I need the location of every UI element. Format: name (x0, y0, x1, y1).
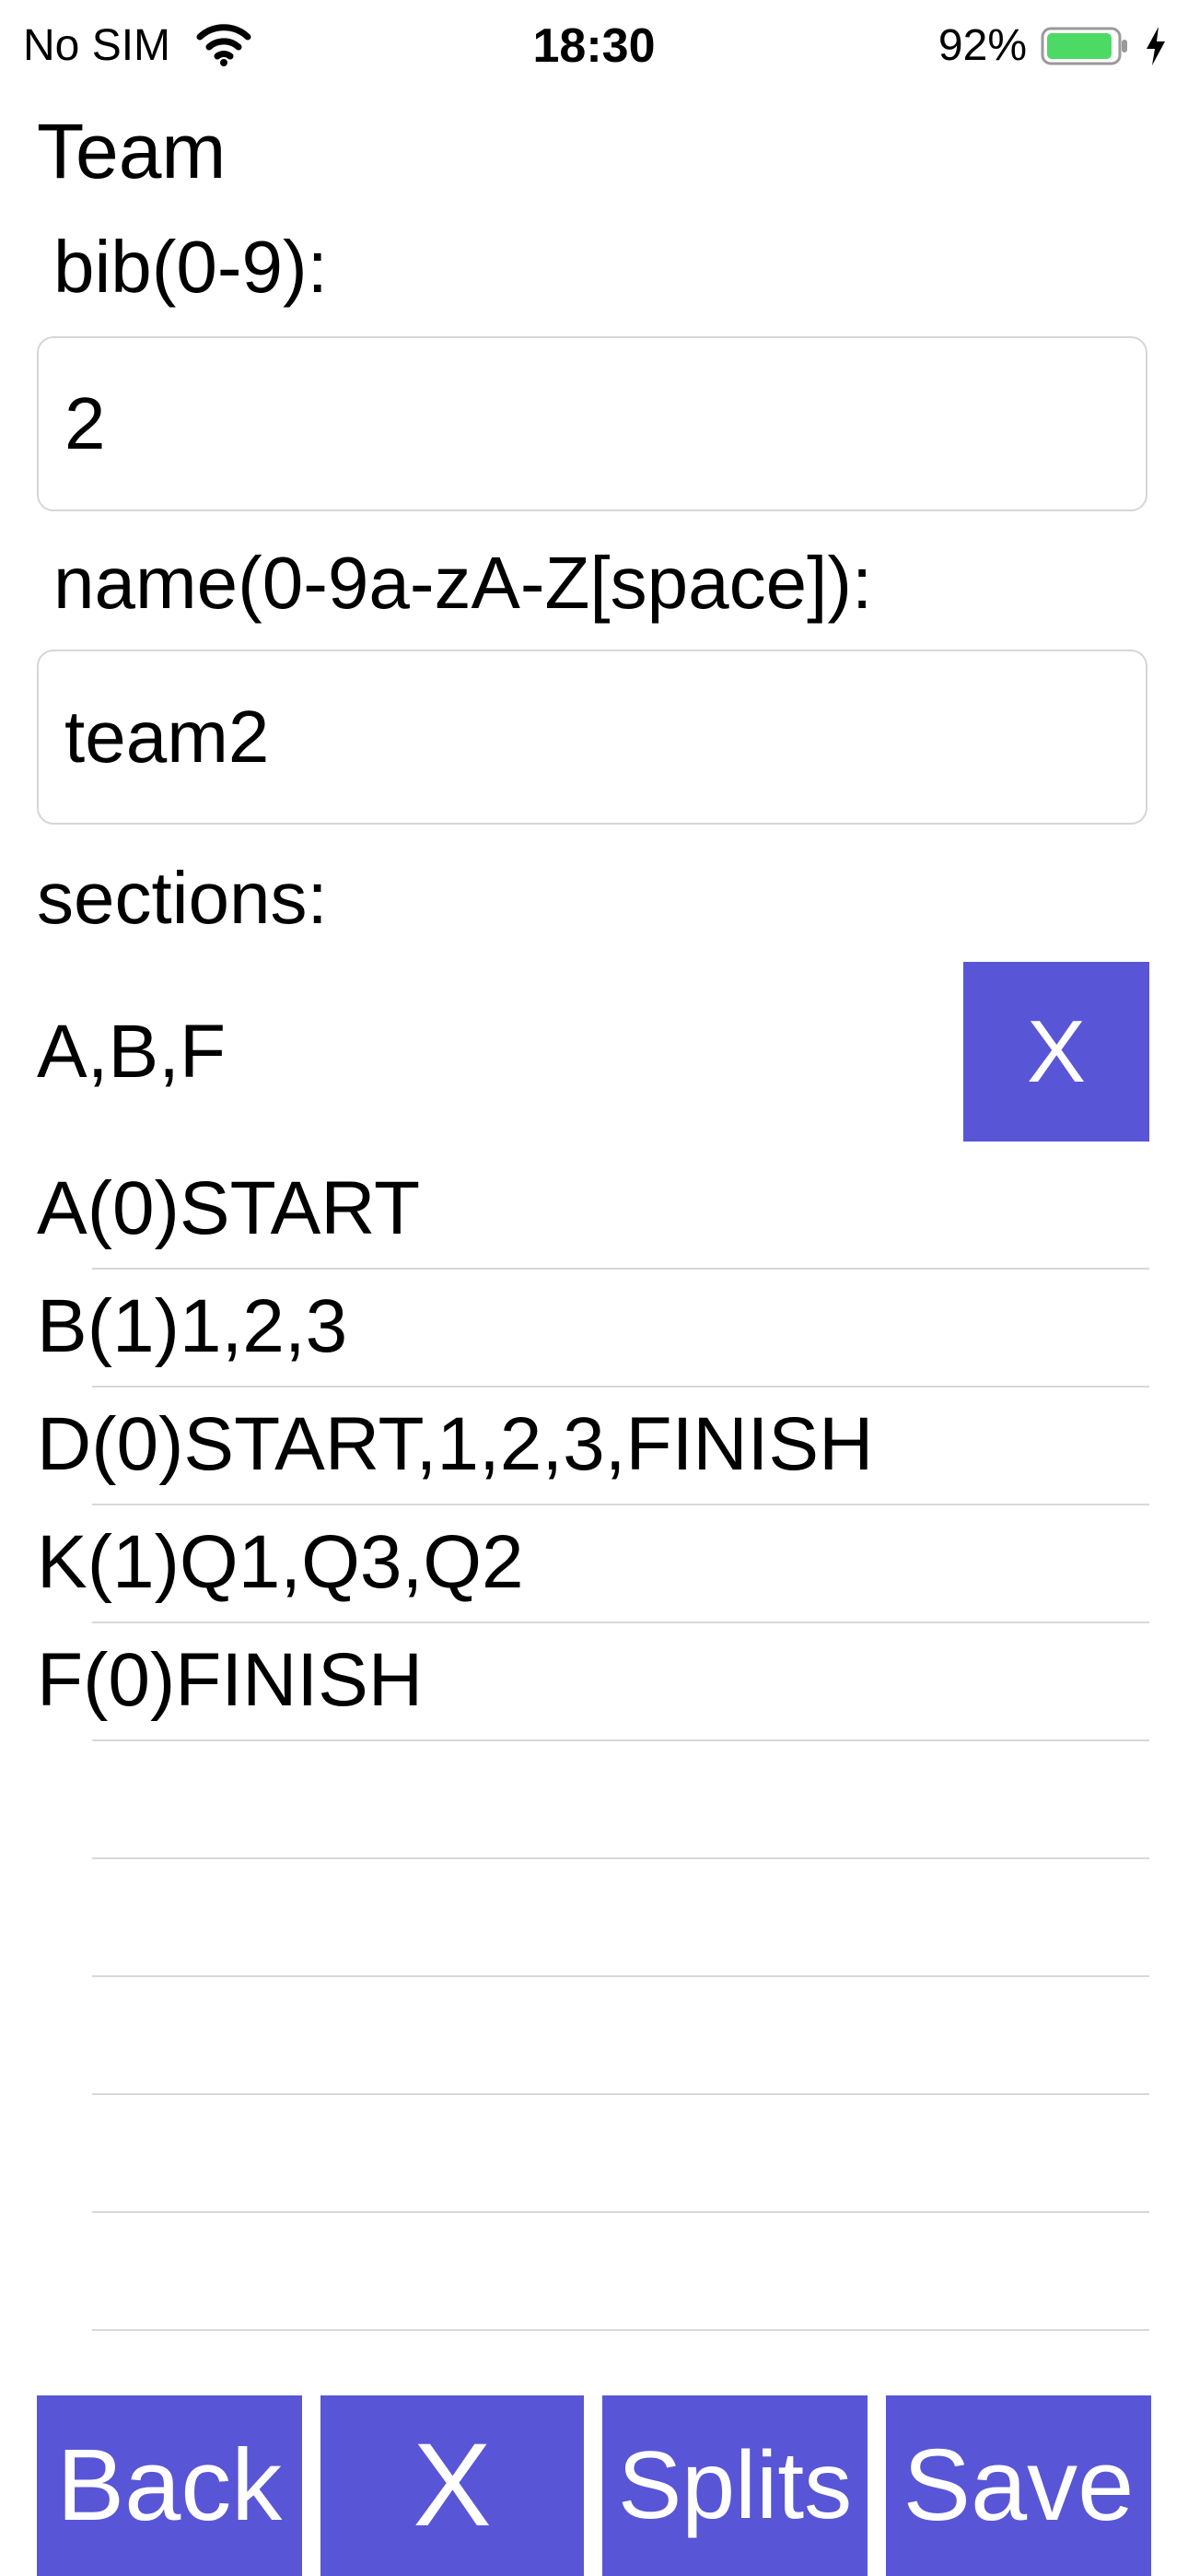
empty-list-row (0, 1977, 1188, 2095)
section-list: A(0)START B(1)1,2,3 D(0)START,1,2,3,FINI… (0, 1152, 1188, 2331)
list-item-label: F(0)FINISH (37, 1638, 424, 1722)
list-item-label: D(0)START,1,2,3,FINISH (37, 1402, 874, 1486)
name-field[interactable]: team2 (37, 650, 1147, 825)
name-value: team2 (64, 696, 270, 778)
list-item[interactable]: A(0)START (0, 1152, 1188, 1270)
back-button[interactable]: Back (37, 2395, 302, 2576)
empty-list-row (0, 1859, 1188, 1977)
list-item-label: B(1)1,2,3 (37, 1284, 348, 1368)
bib-field[interactable]: 2 (37, 336, 1147, 511)
list-item-label: A(0)START (37, 1166, 421, 1250)
battery-percent: 92% (938, 21, 1027, 70)
list-item[interactable]: B(1)1,2,3 (0, 1270, 1188, 1388)
bib-value: 2 (64, 382, 106, 464)
status-bar: No SIM 18:30 92% (0, 0, 1188, 92)
list-item[interactable]: D(0)START,1,2,3,FINISH (0, 1388, 1188, 1505)
empty-list-row (0, 2213, 1188, 2331)
battery-icon (1041, 27, 1127, 65)
charging-bolt-icon (1147, 27, 1165, 65)
empty-list-row (0, 1741, 1188, 1859)
clear-sections-button[interactable]: X (963, 962, 1149, 1142)
save-button[interactable]: Save (886, 2395, 1151, 2576)
list-item-label: K(1)Q1,Q3,Q2 (37, 1520, 524, 1604)
list-item[interactable]: F(0)FINISH (0, 1623, 1188, 1741)
empty-list-row (0, 2095, 1188, 2213)
selected-sections: A,B,F (37, 1010, 227, 1094)
row-separator (92, 2329, 1149, 2331)
delete-button[interactable]: X (320, 2395, 584, 2576)
list-item[interactable]: K(1)Q1,Q3,Q2 (0, 1505, 1188, 1623)
name-label: name(0-9a-zA-Z[space]): (53, 542, 873, 624)
sections-label: sections: (37, 857, 328, 939)
page-title: Team (37, 108, 227, 194)
bib-label: bib(0-9): (53, 226, 328, 308)
splits-button[interactable]: Splits (602, 2395, 868, 2576)
